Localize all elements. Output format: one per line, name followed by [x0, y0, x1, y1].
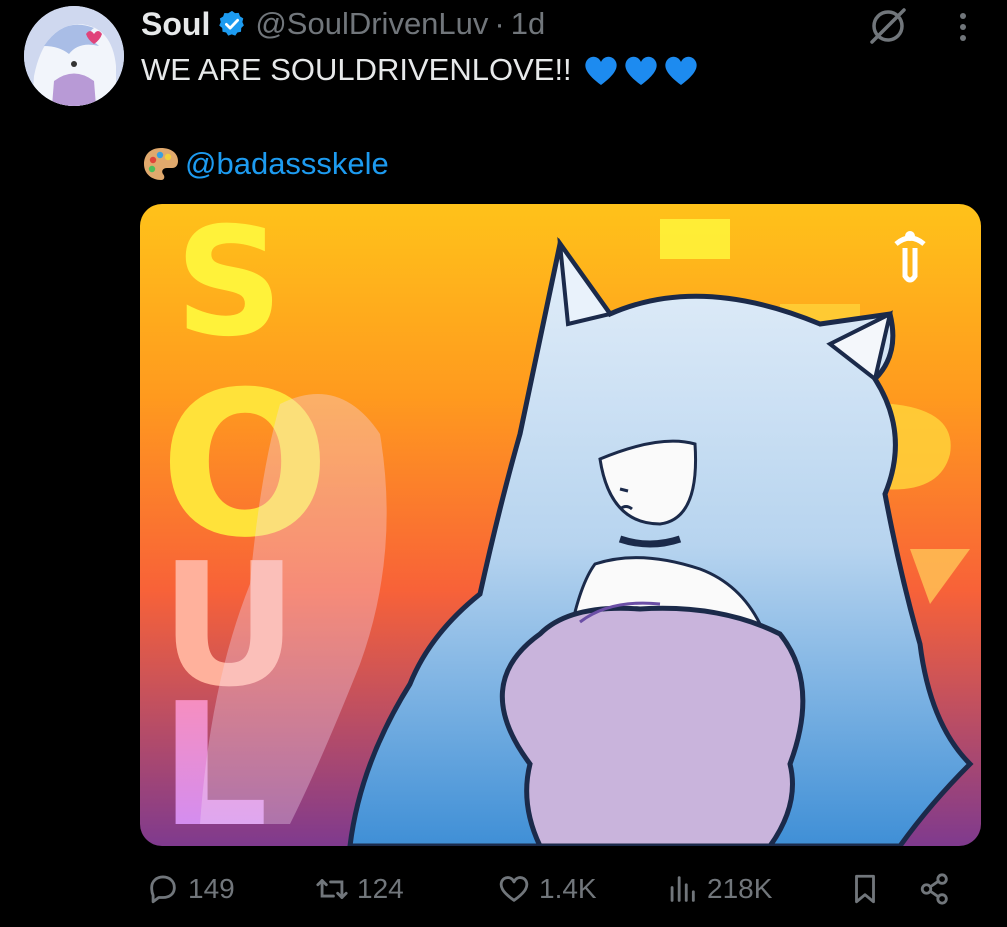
reply-button[interactable]: 149 [146, 872, 235, 906]
retweet-icon [316, 879, 348, 899]
display-name[interactable]: Soul [141, 6, 210, 43]
more-options-icon[interactable] [950, 10, 976, 44]
reply-count: 149 [188, 873, 235, 904]
tweet-body: WE ARE SOULDRIVENLOVE!! [141, 52, 572, 87]
action-bar: 149 124 1.4K 218K [0, 862, 1007, 922]
like-count: 1.4K [539, 873, 597, 904]
share-icon [920, 873, 948, 905]
tweet-header: Soul @SoulDrivenLuv · 1d [141, 2, 545, 46]
retweet-button[interactable]: 124 [315, 872, 404, 906]
blue-heart-icon [585, 56, 617, 85]
reply-icon [150, 875, 176, 904]
artist-palette-icon [144, 148, 178, 180]
bookmark-icon [855, 874, 875, 904]
artist-credit: @badassskele [141, 144, 389, 184]
like-button[interactable]: 1.4K [497, 872, 597, 906]
avatar-image [24, 6, 124, 106]
views-count: 218K [707, 873, 773, 904]
grok-icon[interactable] [866, 6, 910, 46]
artwork: S O U L [140, 204, 981, 846]
blue-hearts-emoji [582, 52, 700, 88]
views-button[interactable]: 218K [665, 872, 772, 906]
retweet-count: 124 [357, 873, 404, 904]
artist-mention-link[interactable]: @badassskele [185, 146, 389, 182]
timestamp[interactable]: 1d [511, 6, 545, 42]
letter-s: S [175, 204, 283, 370]
verified-badge-icon [219, 10, 245, 36]
tweet-image[interactable]: S O U L [140, 204, 981, 846]
bookmark-button[interactable] [848, 872, 890, 906]
blue-heart-icon [625, 56, 657, 85]
user-handle[interactable]: @SoulDrivenLuv [255, 6, 488, 42]
views-chart-icon [670, 876, 695, 902]
share-button[interactable] [918, 872, 960, 906]
heart-icon [499, 876, 529, 902]
separator-dot: · [494, 6, 505, 41]
tweet-text: WE ARE SOULDRIVENLOVE!! [141, 52, 700, 88]
avatar[interactable] [24, 6, 124, 106]
blue-heart-icon [665, 56, 697, 85]
